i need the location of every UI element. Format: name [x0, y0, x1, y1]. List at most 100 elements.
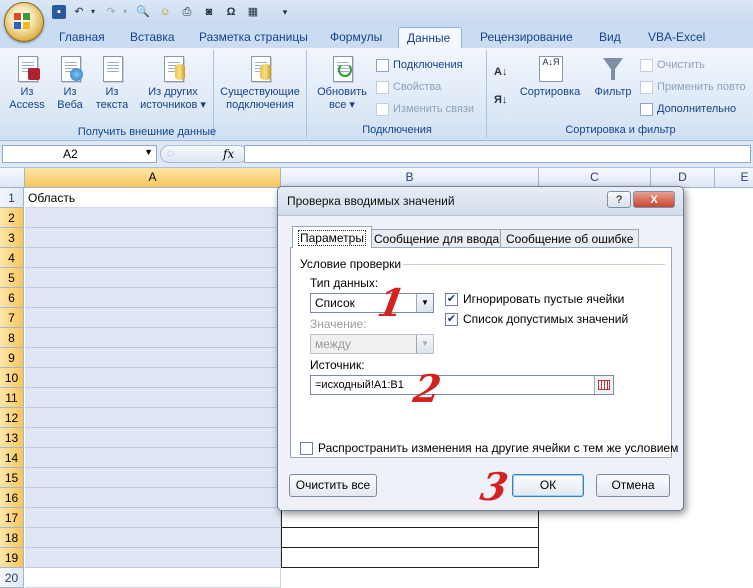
column-header-c[interactable]: C	[539, 168, 651, 187]
row-header-20[interactable]: 20	[0, 568, 24, 588]
sort-az-button[interactable]: A↓	[494, 64, 507, 80]
ok-button[interactable]: ОК	[512, 474, 584, 497]
column-header-a[interactable]: A	[25, 168, 281, 187]
omega-icon[interactable]: Ω	[224, 5, 238, 19]
close-button[interactable]: X	[633, 191, 675, 208]
value-select[interactable]: между ▼	[310, 334, 434, 354]
cell-a15[interactable]	[25, 468, 281, 488]
edit-links-button[interactable]: Изменить связи	[376, 101, 474, 117]
ignore-blank-checkbox[interactable]: ✔	[445, 293, 458, 306]
tab-page-layout[interactable]: Разметка страницы	[199, 30, 308, 48]
row-header-6[interactable]: 6	[0, 288, 24, 308]
tab-vba-excel[interactable]: VBA-Excel	[648, 30, 705, 48]
help-button[interactable]: ?	[607, 191, 631, 208]
row-header-17[interactable]: 17	[0, 508, 24, 528]
sort-button[interactable]: А↓Я Сортировка	[516, 54, 584, 99]
source-input[interactable]: =исходный!A1:B1	[310, 375, 614, 395]
tab-insert[interactable]: Вставка	[130, 30, 175, 48]
connections-button[interactable]: Подключения	[376, 57, 463, 73]
column-header-b[interactable]: B	[281, 168, 539, 187]
row-header-11[interactable]: 11	[0, 388, 24, 408]
redo-icon[interactable]: ↷	[104, 5, 118, 19]
name-box[interactable]: A2 ▼	[2, 145, 157, 163]
cell-a12[interactable]	[25, 408, 281, 428]
cell-a17[interactable]	[25, 508, 281, 528]
cell-b17[interactable]	[281, 508, 539, 528]
cell-a18[interactable]	[25, 528, 281, 548]
save-icon[interactable]: ▪	[52, 5, 66, 19]
row-header-2[interactable]: 2	[0, 208, 24, 228]
customize-toolbar-icon[interactable]: ▾	[278, 5, 292, 19]
cell-a9[interactable]	[25, 348, 281, 368]
row-header-8[interactable]: 8	[0, 328, 24, 348]
cell-a8[interactable]	[25, 328, 281, 348]
cell-a19[interactable]	[25, 548, 281, 568]
row-header-9[interactable]: 9	[0, 348, 24, 368]
insert-function-button[interactable]: fx	[223, 147, 234, 161]
row-header-19[interactable]: 19	[0, 548, 24, 568]
tab-parameters[interactable]: Параметры	[292, 226, 372, 248]
cell-a13[interactable]	[25, 428, 281, 448]
from-text-button[interactable]: Из текста	[91, 54, 133, 112]
reapply-button[interactable]: Применить повто	[640, 79, 746, 95]
row-header-15[interactable]: 15	[0, 468, 24, 488]
row-header-1[interactable]: 1	[0, 188, 24, 208]
cell-a14[interactable]	[25, 448, 281, 468]
print-preview-icon[interactable]: 🔍	[136, 5, 150, 19]
cell-a3[interactable]	[25, 228, 281, 248]
cell-a6[interactable]	[25, 288, 281, 308]
tab-input-message[interactable]: Сообщение для ввода	[368, 229, 506, 248]
in-cell-dropdown-checkbox[interactable]: ✔	[445, 313, 458, 326]
row-header-12[interactable]: 12	[0, 408, 24, 428]
advanced-filter-button[interactable]: Дополнительно	[640, 101, 736, 117]
undo-icon[interactable]: ↶	[72, 5, 86, 19]
from-web-button[interactable]: Из Веба	[50, 54, 90, 112]
apply-all-checkbox[interactable]	[300, 442, 313, 455]
collapse-dialog-icon[interactable]	[594, 376, 613, 394]
name-box-dropdown-icon[interactable]: ▼	[144, 147, 153, 157]
row-header-10[interactable]: 10	[0, 368, 24, 388]
tab-home[interactable]: Главная	[59, 30, 105, 48]
tab-view[interactable]: Вид	[599, 30, 621, 48]
row-header-3[interactable]: 3	[0, 228, 24, 248]
cell-a20[interactable]	[25, 568, 281, 588]
clear-filter-button[interactable]: Очистить	[640, 57, 705, 73]
row-header-7[interactable]: 7	[0, 308, 24, 328]
formula-input[interactable]	[244, 145, 751, 163]
cell-b18[interactable]	[281, 528, 539, 548]
row-header-14[interactable]: 14	[0, 448, 24, 468]
tab-data[interactable]: Данные	[398, 27, 462, 48]
clear-all-button[interactable]: Очистить все	[289, 474, 377, 497]
properties-button[interactable]: Свойства	[376, 79, 441, 95]
table-icon[interactable]: ▦	[246, 5, 260, 19]
chevron-down-icon[interactable]: ▼	[416, 294, 433, 312]
tab-review[interactable]: Рецензирование	[480, 30, 573, 48]
filter-button[interactable]: Фильтр	[590, 54, 636, 99]
redo-dropdown-icon[interactable]: ▾	[118, 5, 132, 19]
cell-a5[interactable]	[25, 268, 281, 288]
refresh-all-button[interactable]: Обновить все ▾	[311, 54, 373, 112]
printer-icon[interactable]: ⎙	[180, 5, 194, 19]
data-type-select[interactable]: Список ▼	[310, 293, 434, 313]
camera-icon[interactable]: ◙	[202, 5, 216, 19]
cell-a1[interactable]: Область	[25, 188, 281, 208]
cell-a11[interactable]	[25, 388, 281, 408]
row-header-13[interactable]: 13	[0, 428, 24, 448]
cell-a2[interactable]	[25, 208, 281, 228]
row-header-16[interactable]: 16	[0, 488, 24, 508]
cell-a16[interactable]	[25, 488, 281, 508]
select-all-corner[interactable]	[0, 168, 25, 187]
row-header-18[interactable]: 18	[0, 528, 24, 548]
existing-connections-button[interactable]: Существующие подключения	[216, 54, 304, 112]
from-other-sources-button[interactable]: Из других источников ▾	[136, 54, 210, 112]
from-access-button[interactable]: Из Access	[5, 54, 49, 112]
undo-dropdown-icon[interactable]: ▾	[86, 5, 100, 19]
sort-za-button[interactable]: Я↓	[494, 92, 507, 108]
cell-a7[interactable]	[25, 308, 281, 328]
tab-formulas[interactable]: Формулы	[330, 30, 382, 48]
cell-a4[interactable]	[25, 248, 281, 268]
cancel-button[interactable]: Отмена	[596, 474, 670, 497]
office-button[interactable]	[4, 2, 44, 42]
cell-b19[interactable]	[281, 548, 539, 568]
tab-error-alert[interactable]: Сообщение об ошибке	[500, 229, 640, 248]
